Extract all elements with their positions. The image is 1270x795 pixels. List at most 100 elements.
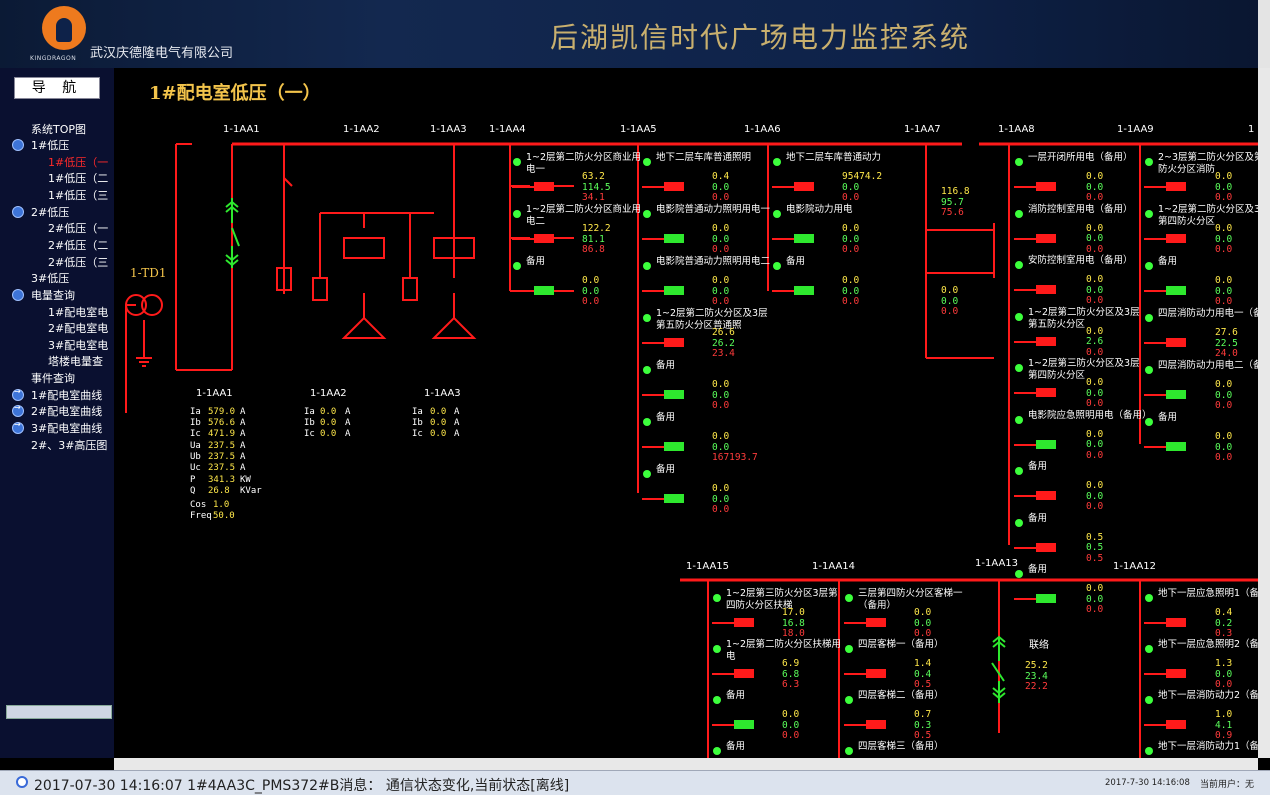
breaker-button[interactable] (734, 669, 754, 678)
feeder-name: 2~3层第二防火分区及第五防火分区消防 (1158, 152, 1258, 175)
nav-item-curve-room2[interactable]: 2#配电室曲线 (31, 403, 102, 419)
nav-item-lv2-2[interactable]: 2#低压（二 (48, 237, 108, 253)
feeder-wire (512, 238, 534, 240)
breaker-button[interactable] (664, 182, 684, 191)
feeder-value: 0.0 (1086, 243, 1104, 255)
status-indicator-icon (643, 210, 651, 218)
nav-item-lv2[interactable]: 2#低压 (31, 204, 69, 220)
breaker-button[interactable] (664, 442, 684, 451)
status-indicator-icon (845, 594, 853, 602)
feeder-value: 0.3 (1215, 628, 1233, 639)
status-indicator-icon (845, 747, 853, 755)
meter-unit: A (240, 418, 246, 428)
breaker-button[interactable] (1166, 182, 1186, 191)
nav-item-lv1-3[interactable]: 1#低压（三 (48, 187, 108, 203)
breaker-button[interactable] (1036, 182, 1056, 191)
feeder-value: 0.0 (1086, 171, 1104, 182)
nav-item-hv[interactable]: 2#、3#高压图 (31, 437, 107, 453)
breaker-button[interactable] (664, 286, 684, 295)
meter-label: Ib (304, 418, 315, 428)
status-indicator-icon (1145, 366, 1153, 374)
feeder-value: 6.9 (782, 658, 800, 669)
nav-item-lv1-1[interactable]: 1#低压（一 (48, 154, 108, 170)
arrow-icon[interactable] (12, 387, 24, 401)
breaker-button[interactable] (534, 234, 554, 243)
expand-icon[interactable] (12, 289, 24, 301)
feeder-value: 0.0 (1086, 346, 1104, 358)
status-indicator-icon (1145, 158, 1153, 166)
breaker-button[interactable] (734, 720, 754, 729)
meter-value: 237.5 (208, 452, 236, 462)
breaker-button[interactable] (534, 182, 554, 191)
expand-icon[interactable] (12, 206, 24, 218)
nav-item-lv3[interactable]: 3#低压 (31, 270, 69, 286)
horizontal-scrollbar[interactable] (114, 758, 1258, 770)
feeder-value: 63.2 (582, 171, 605, 182)
breaker-button[interactable] (664, 494, 684, 503)
meter-value: 0.0 (320, 407, 337, 417)
breaker-button[interactable] (1036, 285, 1056, 294)
nav-item-system-top[interactable]: 系统TOP图 (31, 121, 86, 137)
feeder-value: 95474.2 (842, 171, 883, 182)
nav-item-event-query[interactable]: 事件查询 (31, 370, 75, 386)
nav-item-energy-tower[interactable]: 塔楼电量查 (48, 353, 103, 369)
breaker-button[interactable] (1036, 233, 1056, 243)
sidebar-scrollbar[interactable] (6, 705, 112, 719)
expand-icon[interactable] (12, 139, 24, 151)
breaker-button[interactable] (1166, 669, 1186, 678)
breaker-button[interactable] (1036, 491, 1056, 500)
breaker-button[interactable] (1166, 390, 1186, 399)
breaker-button[interactable] (1166, 234, 1186, 243)
breaker-button[interactable] (1036, 542, 1056, 552)
nav-item-energy-room2[interactable]: 2#配电室电 (48, 320, 108, 336)
nav-item-energy-room1[interactable]: 1#配电室电 (48, 304, 108, 320)
feeder-value: 0.0 (842, 192, 860, 203)
nav-button[interactable]: 导 航 (14, 77, 100, 99)
breaker-button[interactable] (664, 338, 684, 347)
nav-item-curve-room3[interactable]: 3#配电室曲线 (31, 420, 102, 436)
feeder-value: 0.0 (1086, 604, 1104, 615)
feeder-value: 1.4 (914, 658, 932, 669)
breaker-button[interactable] (664, 390, 684, 399)
breaker-button[interactable] (866, 669, 886, 678)
vertical-scrollbar[interactable] (1258, 68, 1270, 758)
breaker-button[interactable] (1166, 720, 1186, 729)
breaker-button[interactable] (866, 720, 886, 729)
breaker-button[interactable] (1166, 286, 1186, 295)
feeder-value: 116.8 (941, 186, 970, 197)
feeder-value: 0.0 (1215, 431, 1233, 442)
meter-label: Ic (412, 429, 423, 439)
arrow-icon[interactable] (12, 420, 24, 434)
nav-item-lv1[interactable]: 1#低压 (31, 137, 69, 153)
breaker-button[interactable] (1166, 442, 1186, 451)
arrow-icon[interactable] (12, 403, 24, 417)
breaker-button[interactable] (1036, 439, 1056, 449)
tie-label: 联络 (1029, 640, 1049, 651)
breaker-button[interactable] (1036, 388, 1056, 397)
bus-label: 1-1AA13 (975, 558, 1019, 569)
breaker-button[interactable] (794, 286, 814, 295)
nav-item-curve-room1[interactable]: 1#配电室曲线 (31, 387, 102, 403)
feeder-value: 0.0 (1086, 480, 1104, 491)
breaker-button[interactable] (1166, 618, 1186, 627)
feeder-wire (1014, 598, 1036, 600)
nav-item-lv2-1[interactable]: 2#低压（一 (48, 220, 108, 236)
nav-item-lv1-2[interactable]: 1#低压（二 (48, 170, 108, 186)
nav-item-lv2-3[interactable]: 2#低压（三 (48, 254, 108, 270)
window-scrollbar-top[interactable] (1258, 0, 1270, 68)
breaker-button[interactable] (1036, 336, 1056, 346)
breaker-button[interactable] (866, 618, 886, 627)
feeder-value: 18.0 (782, 628, 805, 639)
breaker-button[interactable] (794, 234, 814, 243)
nav-item-energy-query[interactable]: 电量查询 (31, 287, 75, 303)
breaker-button[interactable] (1036, 594, 1056, 603)
breaker-button[interactable] (734, 618, 754, 627)
breaker-button[interactable] (1166, 338, 1186, 347)
breaker-button[interactable] (794, 182, 814, 191)
nav-item-energy-room3[interactable]: 3#配电室电 (48, 337, 108, 353)
feeder-value: 0.0 (1215, 379, 1233, 390)
breaker-button[interactable] (534, 286, 554, 295)
status-indicator-icon (1015, 518, 1023, 527)
breaker-button[interactable] (664, 234, 684, 243)
feeder-name: 安防控制室用电（备用） (1028, 255, 1133, 266)
